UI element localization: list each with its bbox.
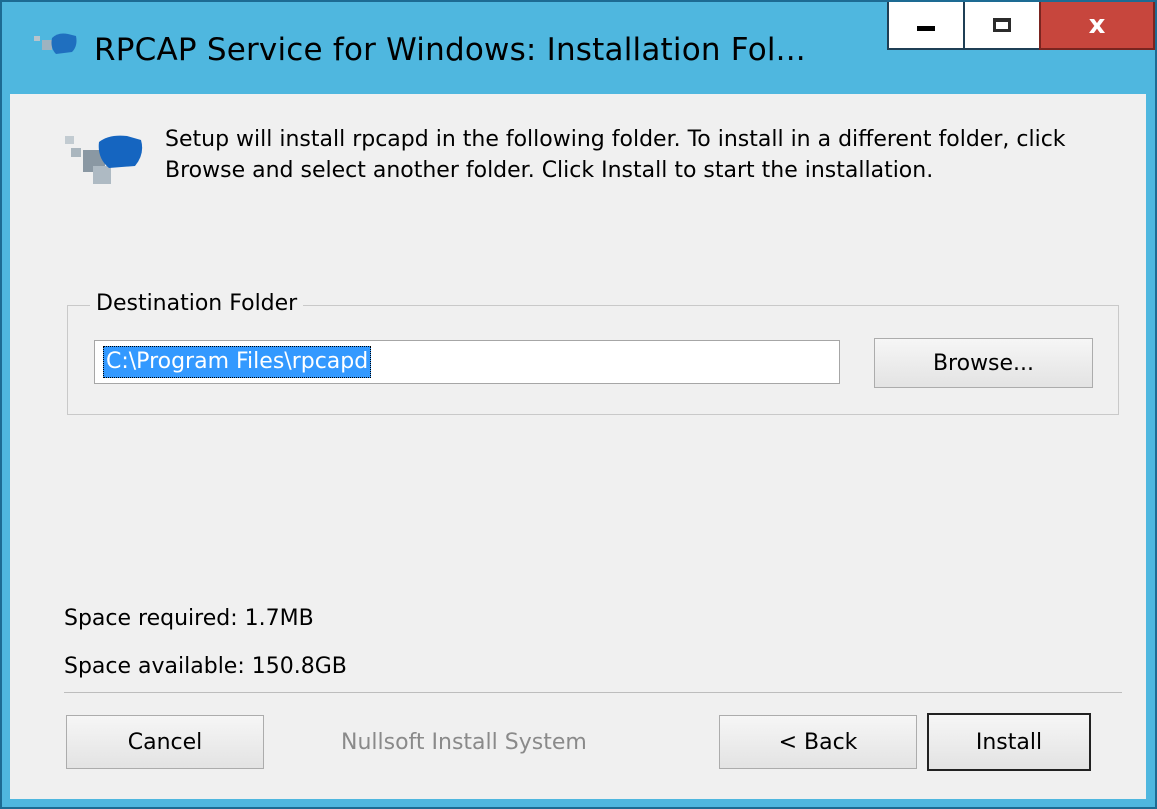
destination-path-text: C:\Program Files\rpcapd [103, 346, 372, 378]
app-icon [34, 33, 77, 54]
close-icon: x [1088, 10, 1106, 40]
close-button[interactable]: x [1039, 2, 1155, 50]
install-button[interactable]: Install [927, 713, 1091, 771]
dialog-body: Setup will install rpcapd in the followi… [10, 94, 1146, 799]
intro-text: Setup will install rpcapd in the followi… [165, 127, 1066, 183]
destination-folder-label: Destination Folder [90, 291, 304, 316]
minimize-icon [917, 25, 935, 31]
maximize-button[interactable] [963, 2, 1041, 50]
cancel-button[interactable]: Cancel [66, 715, 264, 769]
footer-divider [64, 692, 1122, 693]
browse-button[interactable]: Browse... [874, 338, 1093, 388]
nsis-branding: Nullsoft Install System [341, 730, 587, 755]
maximize-icon [993, 18, 1011, 32]
window-title: RPCAP Service for Windows: Installation … [94, 32, 806, 68]
space-available-text: Space available: 150.8GB [64, 654, 347, 679]
back-button[interactable]: < Back [719, 715, 917, 769]
installer-header-icon [65, 135, 143, 184]
minimize-button[interactable] [887, 2, 965, 50]
title-bar[interactable]: RPCAP Service for Windows: Installation … [2, 2, 1155, 94]
destination-folder-group: Destination Folder C:\Program Files\rpca… [67, 291, 1119, 415]
destination-path-input[interactable]: C:\Program Files\rpcapd [94, 340, 840, 384]
space-required-text: Space required: 1.7MB [64, 606, 314, 631]
installer-window: RPCAP Service for Windows: Installation … [0, 0, 1157, 809]
